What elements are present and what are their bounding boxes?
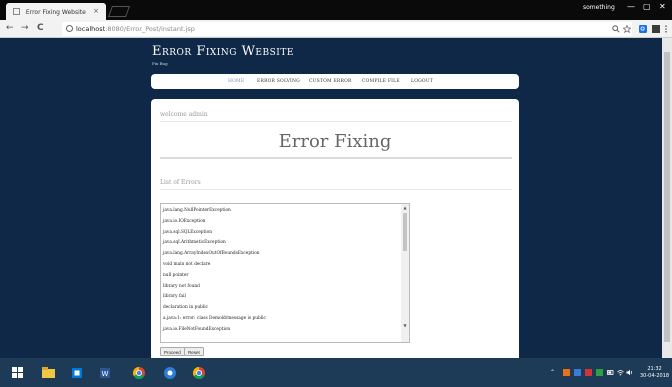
error-list-item[interactable]: java.sql.ArithmeticException bbox=[161, 236, 409, 247]
site-title: Error Fixing Website bbox=[152, 44, 294, 59]
minimize-icon[interactable]: — bbox=[627, 2, 635, 11]
maximize-icon[interactable]: ▢ bbox=[643, 2, 651, 11]
volume-icon[interactable] bbox=[626, 369, 633, 376]
store-icon[interactable] bbox=[66, 363, 88, 383]
error-list-item[interactable]: library fail bbox=[161, 290, 409, 301]
tray-app-icon[interactable] bbox=[563, 369, 570, 376]
scroll-up-icon[interactable]: ▲ bbox=[401, 205, 409, 210]
info-icon[interactable] bbox=[66, 25, 73, 32]
error-list-item[interactable]: void main not declare bbox=[161, 258, 409, 269]
nav-bar: HOME ERROR SOLVING CUSTOM ERROR COMPILE … bbox=[151, 74, 519, 89]
error-list-item[interactable]: null pointer bbox=[161, 269, 409, 280]
reload-icon[interactable]: C bbox=[37, 23, 44, 33]
divider bbox=[160, 121, 512, 122]
nav-custom-error[interactable]: CUSTOM ERROR bbox=[309, 79, 352, 84]
nav-logout[interactable]: LOGOUT bbox=[411, 79, 433, 84]
proceed-button[interactable]: Proceed bbox=[160, 347, 185, 356]
nav-compile-file[interactable]: COMPILE FILE bbox=[362, 79, 400, 84]
chrome-icon[interactable] bbox=[188, 363, 210, 383]
listbox-scrollbar[interactable]: ▲ ▼ bbox=[401, 204, 409, 342]
error-list-label: List of Errors bbox=[160, 179, 201, 186]
browser-toolbar: ← → C localhost:8080/Error_Post/instant.… bbox=[0, 20, 672, 38]
battery-icon[interactable] bbox=[607, 369, 614, 376]
extension-icon[interactable] bbox=[639, 25, 647, 33]
nav-error-solving[interactable]: ERROR SOLVING bbox=[257, 79, 300, 84]
error-list-item[interactable]: java.lang.NullPointerException bbox=[161, 204, 409, 215]
tab-title: Error Fixing Website bbox=[25, 9, 86, 16]
url-host: localhost bbox=[76, 25, 106, 33]
reset-button[interactable]: Reset bbox=[184, 347, 204, 356]
browser-tab[interactable]: Error Fixing Website × bbox=[6, 3, 106, 20]
nav-home[interactable]: HOME bbox=[228, 79, 244, 84]
listbox-scrollbar-thumb[interactable] bbox=[403, 213, 407, 251]
menu-icon[interactable] bbox=[664, 25, 668, 33]
scroll-down-icon[interactable]: ▼ bbox=[401, 323, 409, 328]
tab-close-icon[interactable]: × bbox=[93, 7, 99, 15]
new-tab-button[interactable] bbox=[107, 6, 131, 17]
error-listbox[interactable]: java.lang.NullPointerException java.io.I… bbox=[160, 203, 410, 343]
welcome-text: welcome admin bbox=[160, 111, 208, 118]
divider bbox=[160, 189, 512, 190]
forward-icon[interactable]: → bbox=[21, 23, 29, 33]
file-explorer-icon[interactable] bbox=[37, 363, 59, 383]
svg-text:W: W bbox=[102, 370, 109, 378]
word-icon[interactable]: W bbox=[94, 363, 116, 383]
taskbar: W ⌃ 21:32 30-04-2018 bbox=[0, 358, 672, 387]
url-path: :8080/Error_Post/instant.jsp bbox=[105, 25, 195, 33]
error-list-item[interactable]: java.lang.ArrayIndexOutOfBoundsException bbox=[161, 247, 409, 258]
divider bbox=[160, 157, 512, 159]
clock-time: 21:32 bbox=[647, 366, 662, 372]
profile-name[interactable]: something bbox=[583, 4, 615, 11]
tray-app-icon[interactable] bbox=[596, 369, 603, 376]
wifi-icon[interactable] bbox=[617, 369, 624, 376]
address-bar[interactable]: localhost:8080/Error_Post/instant.jsp bbox=[62, 22, 632, 36]
main-panel: welcome admin Error Fixing List of Error… bbox=[151, 99, 519, 363]
bookmark-star-icon[interactable] bbox=[623, 25, 631, 33]
browser-titlebar: Error Fixing Website × something — ▢ ✕ bbox=[0, 0, 672, 20]
error-list-item[interactable]: java.sql.SQLException bbox=[161, 226, 409, 237]
tray-up-arrow-icon[interactable]: ⌃ bbox=[550, 369, 555, 376]
page-scrollbar-thumb[interactable] bbox=[664, 52, 670, 342]
error-list-item[interactable]: java.io.FileNotFoundException bbox=[161, 323, 409, 334]
settings-icon[interactable] bbox=[159, 363, 181, 383]
page-favicon-icon bbox=[13, 8, 20, 15]
error-list-item[interactable]: library not found bbox=[161, 280, 409, 291]
site-subtitle: Fix Bug bbox=[152, 61, 168, 66]
clock-date: 30-04-2018 bbox=[640, 373, 670, 379]
windows-start-icon[interactable] bbox=[12, 367, 24, 379]
tray-app-icon[interactable] bbox=[585, 369, 592, 376]
system-clock[interactable]: 21:32 30-04-2018 bbox=[640, 366, 669, 380]
error-list-item[interactable]: declaration in public bbox=[161, 301, 409, 312]
zoom-icon[interactable] bbox=[612, 25, 620, 33]
chrome-icon[interactable] bbox=[128, 363, 150, 383]
back-icon[interactable]: ← bbox=[6, 23, 14, 33]
close-window-icon[interactable]: ✕ bbox=[659, 2, 666, 11]
error-list-item[interactable]: a.java:1: error: class Demold/message is… bbox=[161, 312, 409, 323]
page-scrollbar[interactable] bbox=[662, 38, 672, 358]
tray-app-icon[interactable] bbox=[574, 369, 581, 376]
page-heading: Error Fixing bbox=[278, 131, 392, 152]
extension-icon[interactable] bbox=[652, 25, 660, 33]
error-list-item[interactable]: java.io.IOException bbox=[161, 215, 409, 226]
